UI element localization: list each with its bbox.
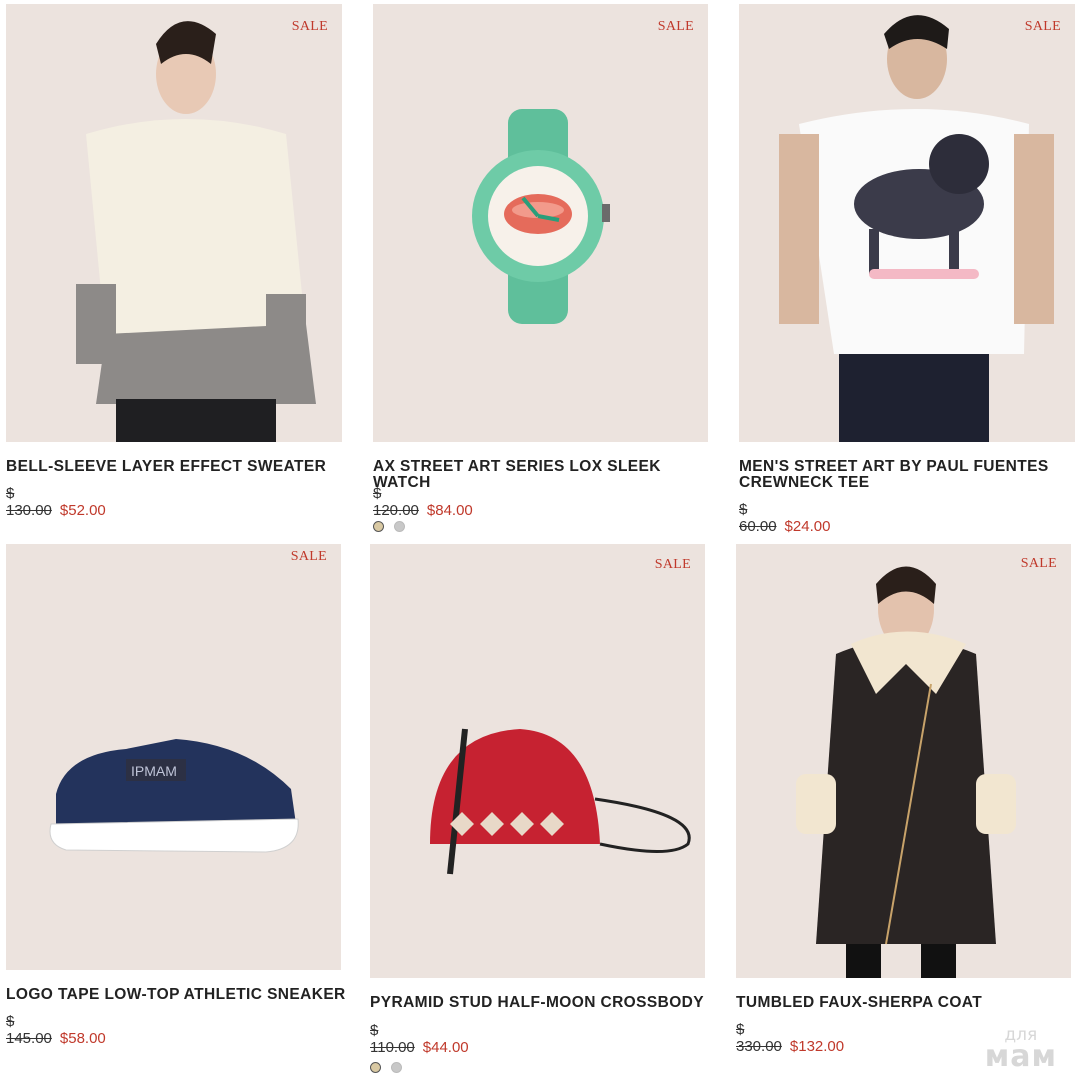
sale-badge: SALE	[1020, 556, 1057, 571]
man-lion-tee-photo	[739, 4, 1075, 442]
product-image[interactable]: SALE	[370, 544, 705, 978]
sale-badge: SALE	[291, 19, 328, 34]
product-name[interactable]: MEN'S STREET ART BY PAUL FUENTES CREWNEC…	[739, 459, 1069, 491]
color-swatch[interactable]	[391, 1062, 402, 1073]
product-image[interactable]: SALE	[736, 544, 1071, 978]
sale-price: $84.00	[426, 502, 473, 519]
price-row: $ 145.00 $58.00	[6, 1013, 106, 1047]
price-row: $ 330.00 $132.00	[736, 1021, 844, 1055]
color-swatches	[370, 1062, 402, 1073]
price-row: $ 130.00 $52.00	[6, 485, 106, 519]
sale-price: $58.00	[59, 1030, 106, 1047]
price-row: $ 110.00 $44.00	[370, 1022, 469, 1056]
green-watch-photo	[373, 4, 708, 442]
original-price: $ 60.00	[739, 501, 777, 535]
product-name[interactable]: LOGO TAPE LOW-TOP ATHLETIC SNEAKER	[6, 987, 346, 1003]
color-swatches	[373, 521, 405, 532]
product-image[interactable]: SALE	[373, 4, 708, 442]
sale-badge: SALE	[654, 557, 691, 572]
sale-badge: SALE	[657, 19, 694, 34]
sale-badge: SALE	[290, 549, 327, 564]
svg-text:IPMAM: IPMAM	[131, 763, 177, 779]
woman-sweater-photo	[6, 4, 342, 442]
product-name[interactable]: PYRAMID STUD HALF-MOON CROSSBODY	[370, 995, 710, 1011]
price-row: $ 60.00 $24.00	[739, 501, 830, 535]
color-swatch[interactable]	[394, 521, 405, 532]
sale-price: $52.00	[59, 502, 106, 519]
sale-price: $132.00	[789, 1038, 845, 1055]
product-name[interactable]: TUMBLED FAUX-SHERPA COAT	[736, 995, 1075, 1011]
product-image[interactable]: IPMAM SALE	[6, 544, 341, 970]
product-image[interactable]: SALE	[6, 4, 342, 442]
price-row: $ 120.00 $84.00	[373, 485, 473, 519]
original-price: $ 110.00	[370, 1022, 415, 1056]
product-image[interactable]: SALE	[739, 4, 1075, 442]
color-swatch-selected[interactable]	[370, 1062, 381, 1073]
original-price: $ 130.00	[6, 485, 52, 519]
woman-coat-photo	[736, 544, 1071, 978]
original-price: $ 120.00	[373, 485, 419, 519]
product-name[interactable]: BELL-SLEEVE LAYER EFFECT SWEATER	[6, 459, 346, 475]
original-price: $ 145.00	[6, 1013, 52, 1047]
original-price: $ 330.00	[736, 1021, 782, 1055]
red-crossbody-photo	[370, 544, 705, 978]
sale-badge: SALE	[1024, 19, 1061, 34]
watermark-line2: мам	[984, 1039, 1057, 1074]
color-swatch-selected[interactable]	[373, 521, 384, 532]
sale-price: $24.00	[784, 518, 831, 535]
watermark: для мам	[984, 1024, 1057, 1074]
sale-price: $44.00	[422, 1039, 469, 1056]
navy-sneaker-photo: IPMAM	[6, 544, 341, 970]
